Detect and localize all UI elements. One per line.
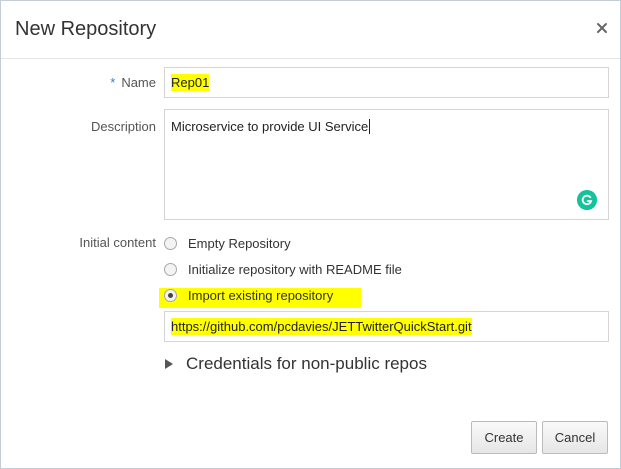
cancel-button[interactable]: Cancel xyxy=(542,421,608,454)
dialog-title: New Repository xyxy=(15,18,157,40)
grammarly-icon[interactable] xyxy=(577,190,597,210)
close-icon[interactable] xyxy=(594,20,610,36)
description-label: Description xyxy=(90,119,156,134)
radio-import-existing[interactable]: Import existing repository xyxy=(164,285,333,305)
radio-label: Import existing repository xyxy=(188,287,334,303)
name-label-wrap: * Name xyxy=(110,75,156,90)
radio-initialize-readme[interactable]: Initialize repository with README file xyxy=(164,259,402,279)
import-url-value: https://github.com/pcdavies/JETTwitterQu… xyxy=(171,318,472,335)
radio-empty-repository[interactable]: Empty Repository xyxy=(164,233,291,253)
create-button[interactable]: Create xyxy=(471,421,537,454)
initial-content-label: Initial content xyxy=(79,235,156,250)
import-url-input[interactable]: https://github.com/pcdavies/JETTwitterQu… xyxy=(164,311,609,342)
name-value: Rep01 xyxy=(171,74,210,91)
triangle-right-icon xyxy=(165,359,173,369)
name-input[interactable]: Rep01 xyxy=(164,67,609,98)
name-label: Name xyxy=(121,75,156,90)
radio-label: Empty Repository xyxy=(188,235,291,251)
radio-label: Initialize repository with README file xyxy=(188,261,402,277)
radio-button[interactable] xyxy=(164,262,177,276)
dialog-header: New Repository xyxy=(1,1,620,59)
description-value: Microservice to provide UI Service xyxy=(171,119,369,134)
required-marker: * xyxy=(110,75,116,90)
credentials-label: Credentials for non-public repos xyxy=(186,354,427,373)
radio-button[interactable] xyxy=(164,236,177,250)
credentials-toggle[interactable]: Credentials for non-public repos xyxy=(165,353,427,375)
text-caret xyxy=(369,119,371,134)
new-repository-dialog: New Repository * Name Rep01 Description M… xyxy=(0,0,621,469)
radio-button-selected[interactable] xyxy=(164,288,177,302)
description-textarea[interactable]: Microservice to provide UI Service xyxy=(164,109,609,220)
